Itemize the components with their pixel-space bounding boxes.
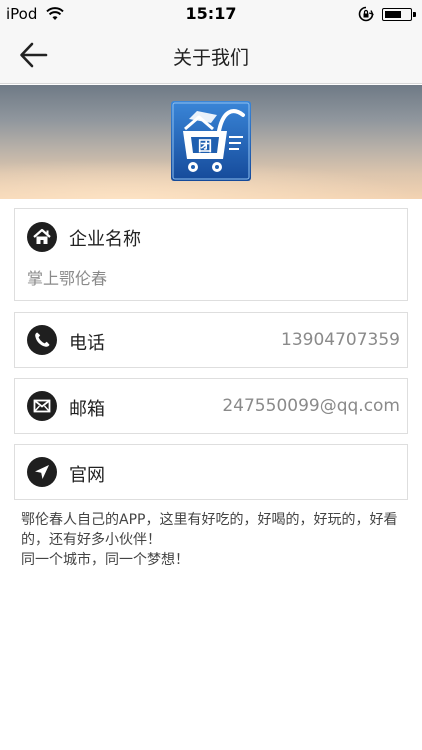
email-value[interactable]: 247550099@qq.com xyxy=(222,396,400,416)
navigation-bar: 关于我们 xyxy=(0,28,422,84)
phone-value[interactable]: 13904707359 xyxy=(281,330,400,350)
battery-fill xyxy=(384,10,401,18)
svg-text:团: 团 xyxy=(198,139,212,155)
email-card[interactable]: 邮箱 247550099@qq.com xyxy=(14,378,408,434)
company-value: 掌上鄂伦春 xyxy=(27,269,108,288)
phone-icon xyxy=(27,325,57,355)
battery-icon xyxy=(382,8,416,21)
rotation-lock-icon xyxy=(358,6,374,26)
mail-icon xyxy=(27,391,57,421)
phone-card[interactable]: 电话 13904707359 xyxy=(14,312,408,368)
email-label: 邮箱 xyxy=(69,399,105,420)
company-label: 企业名称 xyxy=(69,229,141,250)
app-logo-icon: 团 xyxy=(171,101,251,181)
page-title: 关于我们 xyxy=(172,47,249,69)
website-card[interactable]: 官网 xyxy=(14,444,408,500)
website-label: 官网 xyxy=(69,465,105,486)
description-line-2: 同一个城市，同一个梦想！ xyxy=(21,552,189,568)
app-description: 鄂伦春人自己的APP，这里有好吃的，好喝的，好玩的，好看的，还有好多小伙伴！ 同… xyxy=(21,510,406,570)
phone-label: 电话 xyxy=(69,333,105,354)
location-arrow-icon xyxy=(27,457,57,487)
description-line-1: 鄂伦春人自己的APP，这里有好吃的，好喝的，好玩的，好看的，还有好多小伙伴！ xyxy=(21,512,398,548)
home-icon xyxy=(27,222,57,252)
company-card: 企业名称 掌上鄂伦春 xyxy=(14,208,408,301)
status-bar: iPod 15:17 xyxy=(0,0,422,28)
battery-nub xyxy=(413,12,416,17)
